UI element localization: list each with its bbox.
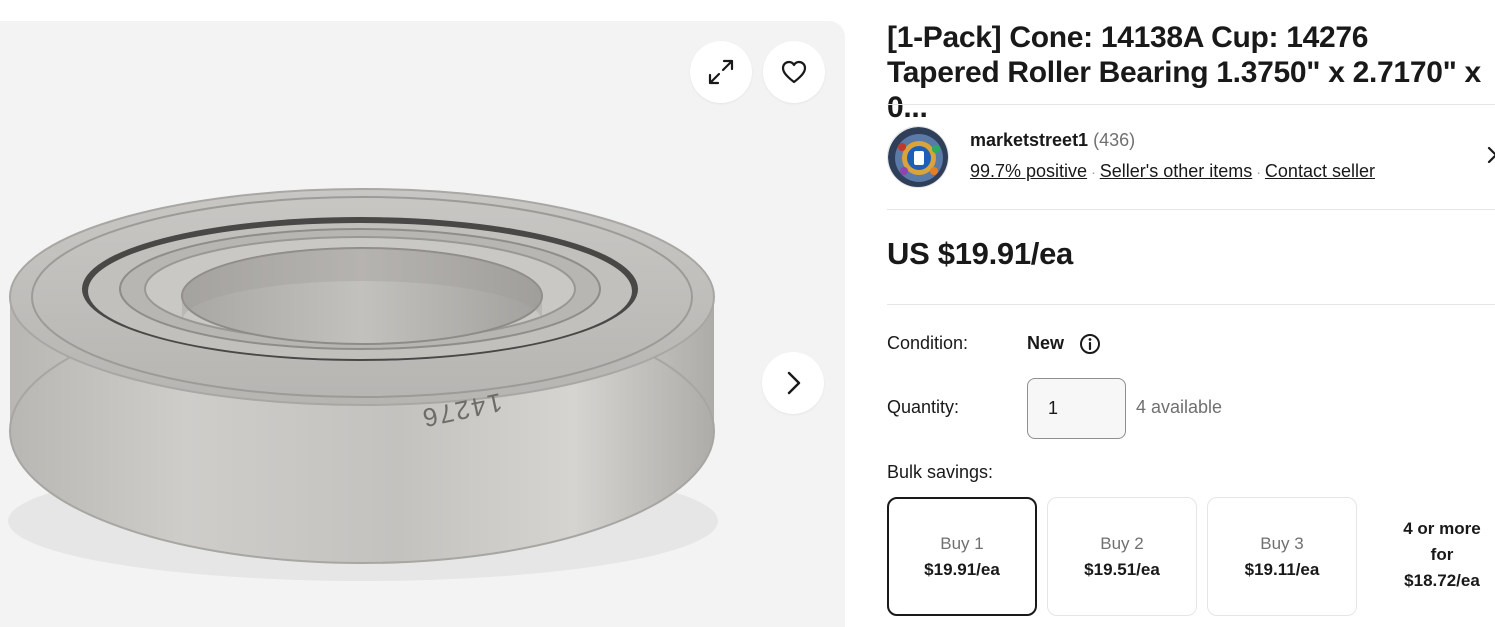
condition-info-button[interactable]	[1079, 333, 1101, 360]
product-photo: 14276	[8, 188, 718, 581]
bulk-option-qty: Buy 2	[1100, 533, 1144, 553]
quantity-label: Quantity:	[887, 397, 960, 417]
expand-icon	[708, 59, 734, 85]
seller-avatar[interactable]	[887, 126, 949, 188]
bulk-more-line1: 4 or more	[1403, 519, 1481, 538]
separator: ·	[1091, 164, 1096, 180]
divider	[887, 304, 1495, 305]
condition-value: New	[1027, 333, 1065, 353]
contact-seller-link[interactable]: Contact seller	[1265, 161, 1375, 181]
image-gallery[interactable]: 14276	[0, 21, 845, 627]
seller-feedback-count: (436)	[1093, 130, 1136, 150]
bulk-more-line3: $18.72/ea	[1404, 571, 1480, 590]
positive-feedback-link[interactable]: 99.7% positive	[970, 161, 1087, 181]
add-to-watchlist-button[interactable]	[763, 41, 825, 103]
item-price: US $19.91/ea	[887, 236, 1073, 271]
heart-icon	[781, 60, 807, 84]
seller-logo-icon	[888, 127, 948, 187]
divider	[887, 209, 1495, 210]
seller-other-items-link[interactable]: Seller's other items	[1100, 161, 1253, 181]
quantity-available: 4 available	[1136, 397, 1223, 417]
seller-links: 99.7% positive · Seller's other items · Cont…	[970, 161, 1375, 182]
quantity-input[interactable]	[1027, 378, 1126, 439]
next-image-button[interactable]	[762, 352, 824, 414]
chevron-right-icon	[787, 371, 801, 395]
bulk-option-buy-3[interactable]: Buy 3 $19.11/ea	[1207, 497, 1357, 616]
expand-button[interactable]	[690, 41, 752, 103]
bulk-option-buy-1[interactable]: Buy 1 $19.91/ea	[887, 497, 1037, 616]
separator: ·	[1256, 164, 1261, 180]
bulk-option-qty: Buy 1	[940, 533, 984, 553]
bulk-option-qty: Buy 3	[1260, 533, 1304, 553]
divider	[887, 104, 1495, 105]
bulk-option-price: $19.51/ea	[1084, 559, 1160, 579]
seller-name[interactable]: marketstreet1	[970, 130, 1088, 150]
seller-expand-button[interactable]	[1487, 144, 1495, 171]
bulk-savings-label: Bulk savings:	[887, 462, 994, 482]
chevron-right-icon	[1487, 146, 1495, 164]
bulk-option-price: $19.11/ea	[1244, 559, 1320, 579]
listing-title: [1-Pack] Cone: 14138A Cup: 14276 Tapered…	[887, 21, 1481, 124]
seller-name-row: marketstreet1 (436)	[970, 130, 1135, 151]
bulk-option-price: $19.91/ea	[924, 559, 1000, 579]
info-icon	[1080, 334, 1100, 354]
listing-page: 14276 [1-Pack] Cone: 14138A Cup: 14276 T…	[0, 0, 1495, 627]
bulk-option-4-or-more[interactable]: 4 or more for $18.72/ea	[1383, 516, 1495, 594]
condition-label: Condition:	[887, 333, 969, 353]
bulk-option-buy-2[interactable]: Buy 2 $19.51/ea	[1047, 497, 1197, 616]
bulk-more-line2: for	[1430, 545, 1454, 564]
